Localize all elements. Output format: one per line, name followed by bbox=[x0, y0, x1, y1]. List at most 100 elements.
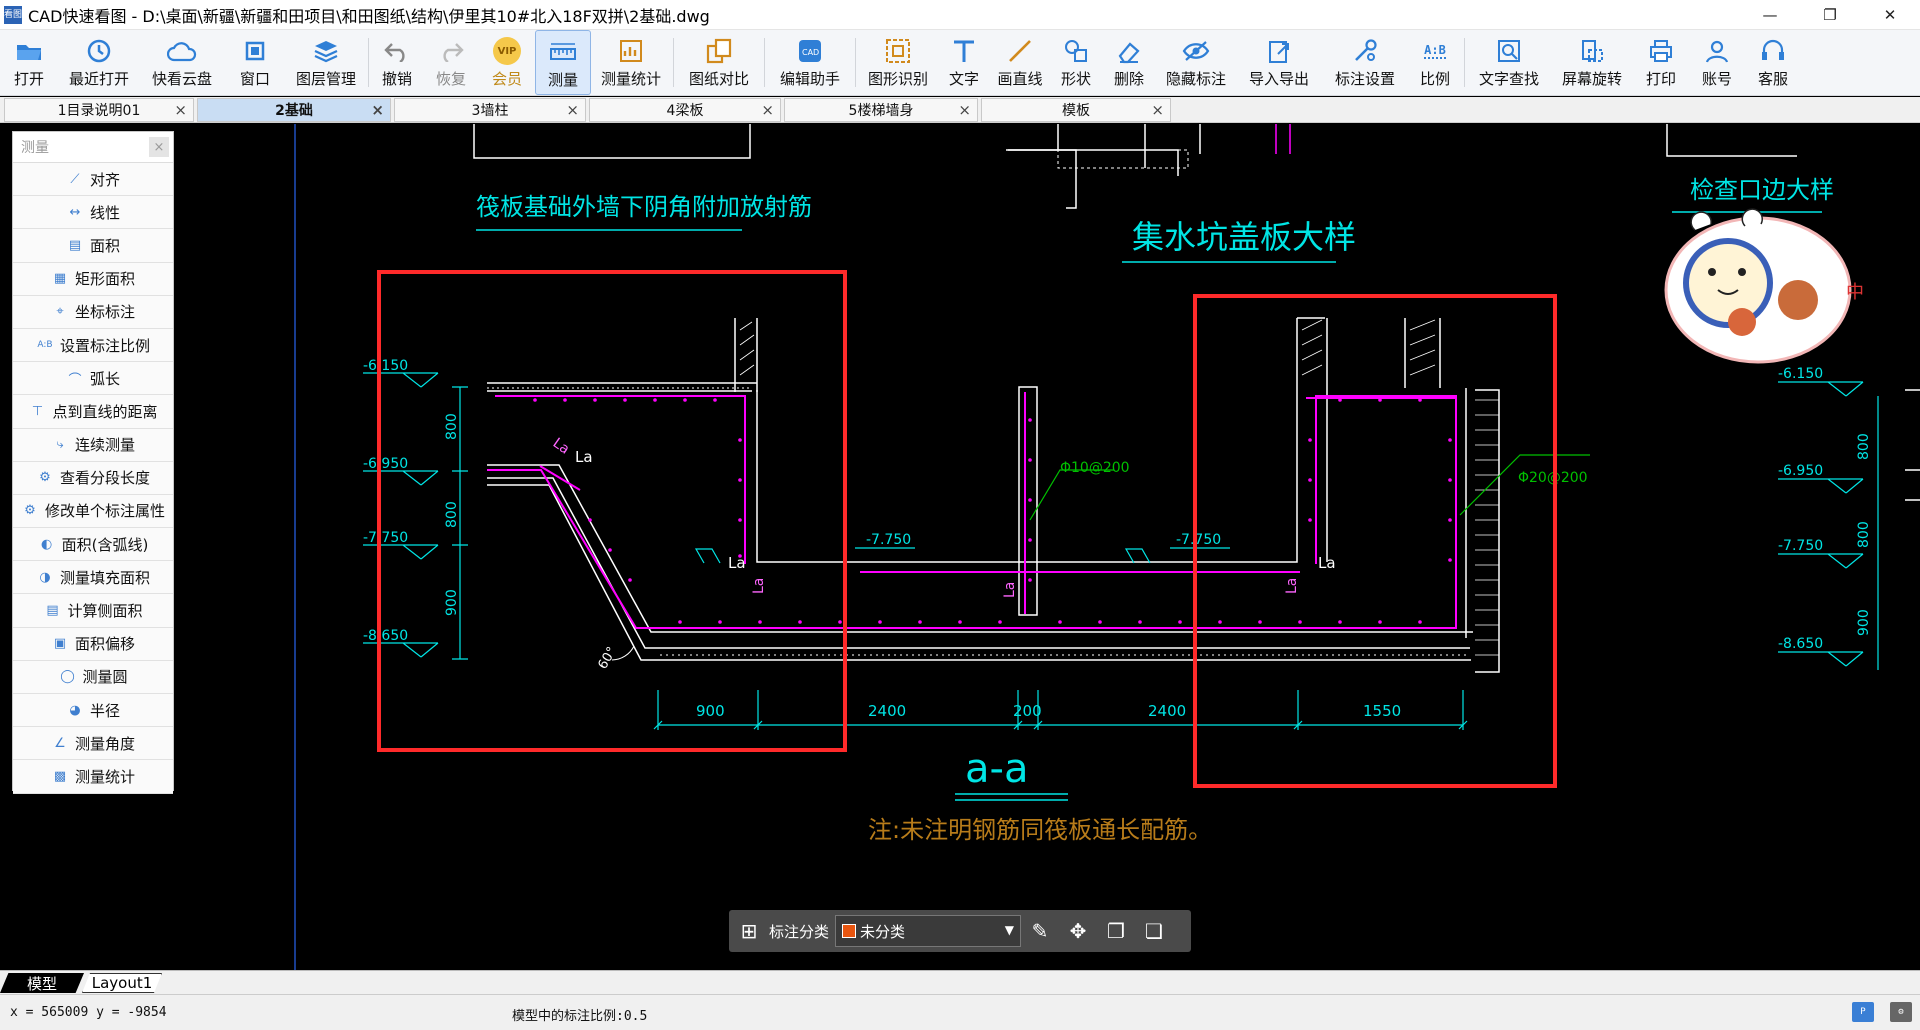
annotation-settings-label: 标注设置 bbox=[1334, 70, 1395, 88]
tab-beam-slab[interactable]: 4梁板 × bbox=[589, 98, 781, 122]
measure-arc-length-item[interactable]: ⌒ 弧长 bbox=[13, 362, 173, 396]
edit-icon[interactable]: ✎ bbox=[1021, 910, 1059, 952]
rebar-callout: Φ20@200 bbox=[1518, 470, 1588, 486]
measure-area-offset-item[interactable]: ▣ 面积偏移 bbox=[13, 627, 173, 661]
shape-recognize-label: 图形识别 bbox=[867, 70, 928, 88]
elevation-label: -8.650 bbox=[363, 628, 408, 644]
maximize-icon[interactable]: ❐ bbox=[1800, 0, 1860, 30]
account-button[interactable]: 账号 bbox=[1689, 30, 1745, 95]
measure-item-label: 连续测量 bbox=[74, 436, 135, 455]
align-measure-icon: ⟋ bbox=[70, 171, 80, 187]
vip-label: 会员 bbox=[491, 70, 522, 88]
drawing-canvas[interactable]: 筏板基础外墙下阴角附加放射筋 集水坑盖板大样 检查口边大样 -6.150 -6.… bbox=[0, 124, 1920, 970]
measure-segment-item[interactable]: ⚙ 查看分段长度 bbox=[13, 461, 173, 495]
app-logo-icon: 看图 bbox=[4, 5, 22, 24]
scale-button[interactable]: A:B 比例 bbox=[1408, 30, 1462, 95]
layers-button[interactable]: 图层管理 bbox=[286, 30, 366, 95]
measure-continuous-item[interactable]: ⤷ 连续测量 bbox=[13, 428, 173, 462]
measure-button[interactable]: 测量 bbox=[535, 30, 591, 95]
measure-point-line-item[interactable]: ⊤ 点到直线的距离 bbox=[13, 395, 173, 429]
tab-template[interactable]: 模板 × bbox=[981, 98, 1171, 122]
vertical-dimension: 900 bbox=[1856, 609, 1872, 636]
close-panel-icon[interactable]: × bbox=[149, 137, 169, 157]
shape-label: 形状 bbox=[1060, 70, 1091, 88]
undo-label: 撤销 bbox=[381, 70, 412, 88]
tab-directory[interactable]: 1目录说明01 × bbox=[4, 98, 194, 122]
text-button[interactable]: 文字 bbox=[938, 30, 990, 95]
shape-button[interactable]: 形状 bbox=[1050, 30, 1102, 95]
horizontal-dimension: 1550 bbox=[1363, 702, 1401, 720]
printer-icon bbox=[1646, 36, 1676, 66]
print-button[interactable]: 打印 bbox=[1633, 30, 1689, 95]
measure-radius-item[interactable]: ◕ 半径 bbox=[13, 694, 173, 728]
settings-icon[interactable]: ⚙ bbox=[1890, 1002, 1912, 1022]
elevation-label: -6.150 bbox=[363, 358, 408, 374]
measure-fill-area-item[interactable]: ◑ 测量填充面积 bbox=[13, 561, 173, 595]
compare-button[interactable]: 图纸对比 bbox=[676, 30, 762, 95]
tab-layout1[interactable]: Layout1 bbox=[82, 973, 162, 993]
measure-item-label: 面积(含弧线) bbox=[61, 535, 149, 554]
move-icon[interactable]: ✥ bbox=[1059, 910, 1097, 952]
area-offset-icon: ▣ bbox=[53, 636, 67, 652]
copy-icon[interactable]: ❐ bbox=[1097, 910, 1135, 952]
measure-panel-title: 测量 bbox=[21, 140, 49, 156]
measure-circle-item[interactable]: ◯ 测量圆 bbox=[13, 660, 173, 694]
open-button[interactable]: 打开 bbox=[0, 30, 58, 95]
measure-coordinate-item[interactable]: ⌖ 坐标标注 bbox=[13, 295, 173, 329]
close-tab-icon[interactable]: × bbox=[371, 101, 384, 119]
measure-stats-button[interactable]: 测量统计 bbox=[591, 30, 671, 95]
close-tab-icon[interactable]: × bbox=[566, 101, 579, 119]
cad-drawing: 筏板基础外墙下阴角附加放射筋 集水坑盖板大样 检查口边大样 -6.150 -6.… bbox=[294, 124, 1920, 970]
hide-annotation-button[interactable]: 隐藏标注 bbox=[1156, 30, 1236, 95]
measure-stats-item[interactable]: ▩ 测量统计 bbox=[13, 760, 173, 794]
section-label: a-a bbox=[965, 746, 1028, 792]
line-button[interactable]: 画直线 bbox=[990, 30, 1050, 95]
tab-stair-wall[interactable]: 5楼梯墙身 × bbox=[784, 98, 978, 122]
measure-edit-annotation-item[interactable]: ⚙ 修改单个标注属性 bbox=[13, 494, 173, 529]
close-tab-icon[interactable]: × bbox=[761, 101, 774, 119]
measure-arc-area-item[interactable]: ◐ 面积(含弧线) bbox=[13, 528, 173, 562]
paste-icon[interactable]: ❏ bbox=[1135, 910, 1173, 952]
close-tab-icon[interactable]: × bbox=[1151, 101, 1164, 119]
measure-linear-item[interactable]: ↔ 线性 bbox=[13, 196, 173, 230]
shape-recognize-button[interactable]: 图形识别 bbox=[858, 30, 938, 95]
cloud-button[interactable]: 快看云盘 bbox=[140, 30, 224, 95]
close-tab-icon[interactable]: × bbox=[958, 101, 971, 119]
measure-side-area-item[interactable]: ▤ 计算侧面积 bbox=[13, 594, 173, 628]
tab-model[interactable]: 模型 bbox=[0, 973, 84, 993]
measure-rect-area-item[interactable]: ▦ 矩形面积 bbox=[13, 262, 173, 296]
measure-area-item[interactable]: ▤ 面积 bbox=[13, 229, 173, 263]
vip-button[interactable]: VIP 会员 bbox=[479, 30, 535, 95]
grid-icon[interactable]: ⊞ bbox=[729, 910, 769, 952]
measure-angle-item[interactable]: ∠ 测量角度 bbox=[13, 727, 173, 761]
elevation-label: -7.750 bbox=[1778, 538, 1823, 554]
import-export-button[interactable]: 导入导出 bbox=[1236, 30, 1322, 95]
annotation-settings-button[interactable]: 标注设置 bbox=[1322, 30, 1408, 95]
annotation-category-select[interactable]: 未分类 ▼ bbox=[835, 915, 1022, 947]
annotation-scale-status: 模型中的标注比例:0.5 bbox=[512, 1009, 648, 1024]
account-label: 账号 bbox=[1701, 70, 1732, 88]
undo-button[interactable]: 撤销 bbox=[371, 30, 423, 95]
close-tab-icon[interactable]: × bbox=[174, 101, 187, 119]
arc-length-icon: ⌒ bbox=[68, 372, 82, 388]
minimize-icon[interactable]: — bbox=[1740, 0, 1800, 30]
measure-set-scale-item[interactable]: A:B 设置标注比例 bbox=[13, 328, 173, 363]
tab-wall-column[interactable]: 3墙柱 × bbox=[394, 98, 586, 122]
toolbar-separator bbox=[368, 38, 369, 87]
rotate-screen-button[interactable]: 屏幕旋转 bbox=[1551, 30, 1633, 95]
support-button[interactable]: 客服 bbox=[1745, 30, 1801, 95]
la-label: La bbox=[1284, 578, 1300, 594]
rect-area-icon: ▦ bbox=[53, 271, 67, 287]
delete-button[interactable]: 删除 bbox=[1102, 30, 1156, 95]
recent-button[interactable]: 最近打开 bbox=[58, 30, 140, 95]
redo-button[interactable]: 恢复 bbox=[423, 30, 479, 95]
radius-icon: ◕ bbox=[69, 702, 81, 718]
edit-helper-button[interactable]: CAD 编辑助手 bbox=[767, 30, 853, 95]
snap-toggle-icon[interactable]: P bbox=[1852, 1002, 1874, 1022]
close-icon[interactable]: ✕ bbox=[1860, 0, 1920, 30]
window-button[interactable]: 窗口 bbox=[224, 30, 286, 95]
open-label: 打开 bbox=[13, 70, 44, 88]
measure-align-item[interactable]: ⟋ 对齐 bbox=[13, 163, 173, 197]
text-search-button[interactable]: 文字查找 bbox=[1467, 30, 1551, 95]
tab-foundation[interactable]: 2基础 × bbox=[197, 98, 391, 122]
